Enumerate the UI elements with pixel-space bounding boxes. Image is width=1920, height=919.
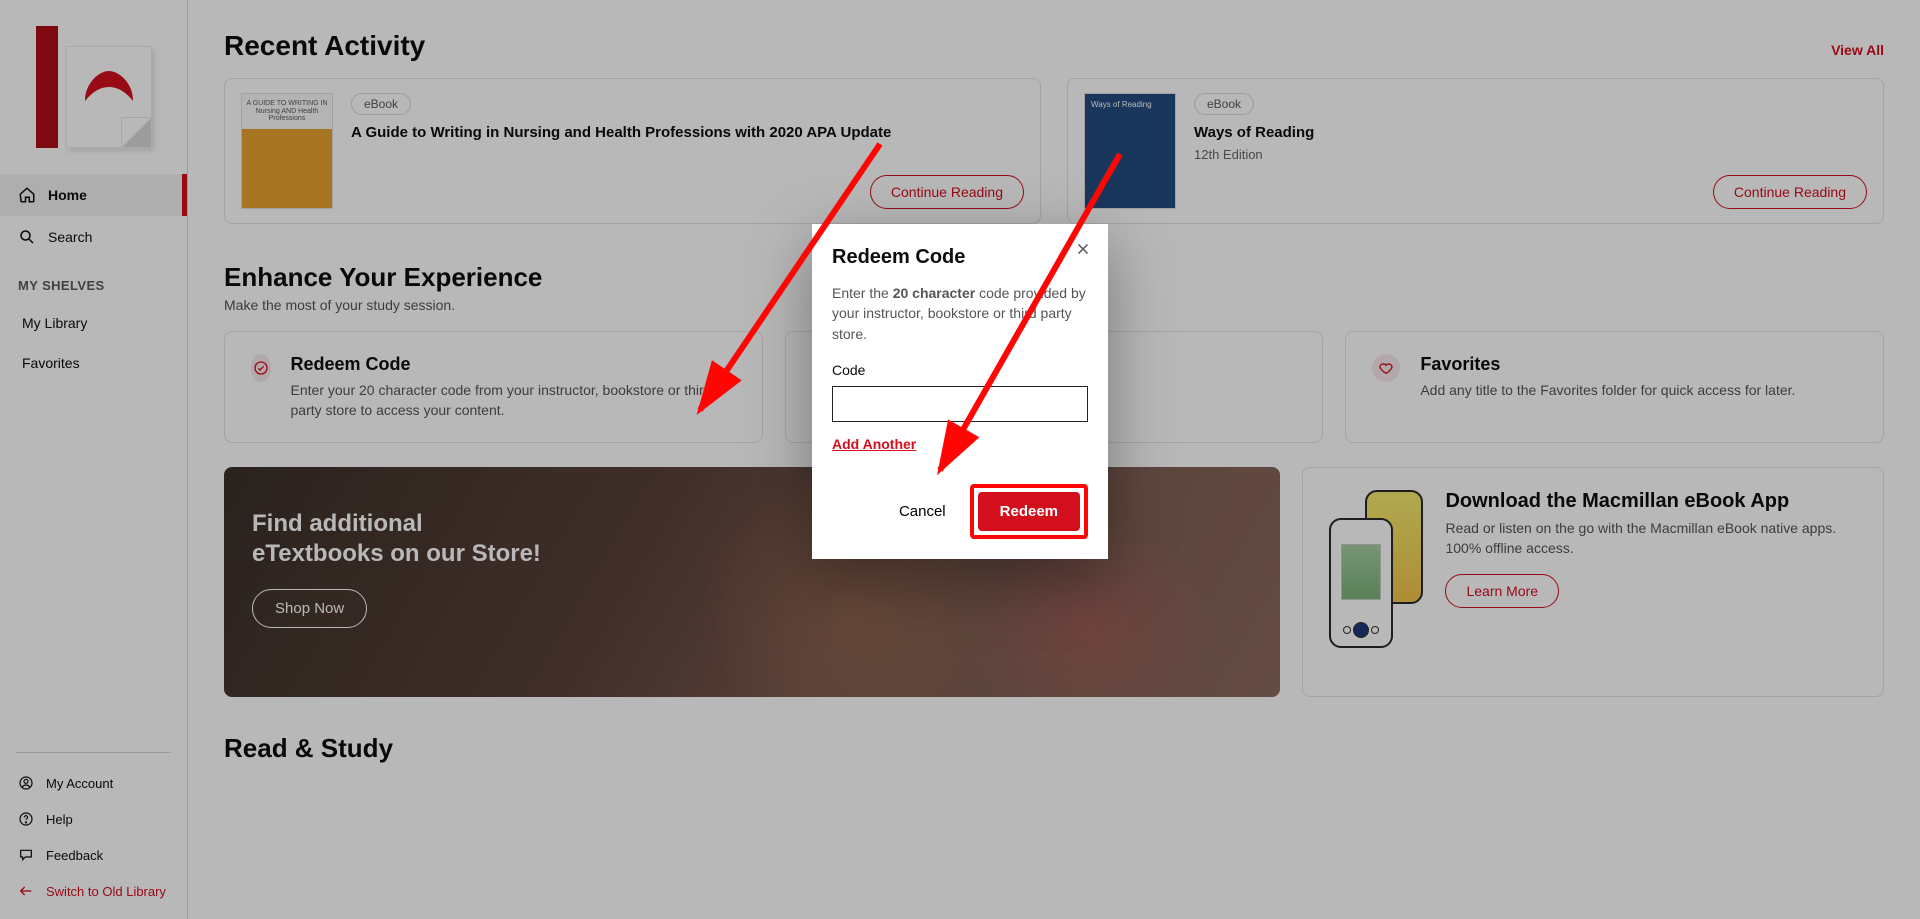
code-label: Code (832, 362, 1088, 378)
nav-my-account-label: My Account (46, 776, 113, 791)
app-card-title: Download the Macmillan eBook App (1445, 490, 1857, 513)
redeem-button[interactable]: Redeem (978, 492, 1080, 531)
brand-page-icon (66, 46, 152, 148)
book-cover-icon: A GUIDE TO WRITING IN Nursing AND Health… (241, 93, 333, 209)
account-icon (18, 775, 34, 791)
store-promo-banner: Find additional eTextbooks on our Store!… (224, 467, 1280, 697)
read-study-heading: Read & Study (224, 733, 1884, 764)
app-download-card: Download the Macmillan eBook App Read or… (1302, 467, 1884, 697)
feature-desc: Add any title to the Favorites folder fo… (1420, 381, 1795, 401)
promo-heading: Find additional eTextbooks on our Store! (252, 509, 556, 569)
nav-favorites[interactable]: Favorites (0, 343, 187, 383)
add-another-link[interactable]: Add Another (832, 436, 916, 452)
book-cover-title: Ways of Reading (1091, 100, 1169, 109)
nav-feedback-label: Feedback (46, 848, 103, 863)
code-input[interactable] (832, 386, 1088, 422)
favorites-card[interactable]: Favorites Add any title to the Favorites… (1345, 331, 1884, 443)
continue-reading-button[interactable]: Continue Reading (1713, 175, 1867, 209)
arrow-left-icon (18, 883, 34, 899)
nav-help-label: Help (46, 812, 73, 827)
ebook-badge: eBook (351, 93, 411, 115)
modal-title: Redeem Code (832, 246, 1088, 269)
app-card-desc: Read or listen on the go with the Macmil… (1445, 519, 1857, 558)
nav-home[interactable]: Home (0, 174, 187, 216)
shop-now-button[interactable]: Shop Now (252, 589, 367, 628)
view-all-link[interactable]: View All (1831, 42, 1884, 58)
help-icon (18, 811, 34, 827)
check-circle-icon (251, 354, 271, 382)
book-cover-icon: Ways of Reading (1084, 93, 1176, 209)
redeem-code-modal: Redeem Code Enter the 20 character code … (812, 224, 1108, 559)
feature-desc: Enter your 20 character code from your i… (291, 381, 736, 420)
redeem-button-highlight: Redeem (970, 484, 1088, 539)
heart-icon (1372, 354, 1400, 382)
nav-search-label: Search (48, 229, 92, 245)
sidebar: Home Search MY SHELVES My Library Favori… (0, 0, 188, 919)
nav-home-label: Home (48, 187, 87, 203)
phone-illustration-icon (1329, 490, 1423, 660)
recent-book-card[interactable]: Ways of Reading eBook Ways of Reading 12… (1067, 78, 1884, 224)
feature-title: Favorites (1420, 354, 1795, 375)
modal-instruction: Enter the 20 character code provided by … (832, 283, 1088, 344)
continue-reading-button[interactable]: Continue Reading (870, 175, 1024, 209)
home-icon (18, 186, 36, 204)
nav-shelves-heading: MY SHELVES (0, 258, 187, 303)
book-cover-title: A GUIDE TO WRITING IN Nursing AND Health… (242, 94, 332, 129)
redeem-code-card[interactable]: Redeem Code Enter your 20 character code… (224, 331, 763, 443)
nav-feedback[interactable]: Feedback (0, 837, 187, 873)
nav-switch-old-library[interactable]: Switch to Old Library (0, 873, 187, 909)
search-icon (18, 228, 36, 246)
brand-bar-icon (36, 26, 58, 148)
brand-logo (0, 0, 187, 174)
book-title: A Guide to Writing in Nursing and Health… (351, 123, 891, 143)
cancel-button[interactable]: Cancel (893, 502, 952, 521)
nav-help[interactable]: Help (0, 801, 187, 837)
feature-title: Redeem Code (291, 354, 736, 375)
nav-my-library[interactable]: My Library (0, 303, 187, 343)
recent-book-card[interactable]: A GUIDE TO WRITING IN Nursing AND Health… (224, 78, 1041, 224)
app: Home Search MY SHELVES My Library Favori… (0, 0, 1920, 919)
book-edition: 12th Edition (1194, 147, 1314, 162)
book-title: Ways of Reading (1194, 123, 1314, 143)
feedback-icon (18, 847, 34, 863)
nav-search[interactable]: Search (0, 216, 187, 258)
learn-more-button[interactable]: Learn More (1445, 574, 1559, 608)
ebook-badge: eBook (1194, 93, 1254, 115)
recent-activity-heading: Recent Activity (224, 30, 425, 62)
nav-switch-old-label: Switch to Old Library (46, 884, 166, 899)
close-icon[interactable] (1072, 238, 1094, 260)
nav-my-account[interactable]: My Account (0, 765, 187, 801)
